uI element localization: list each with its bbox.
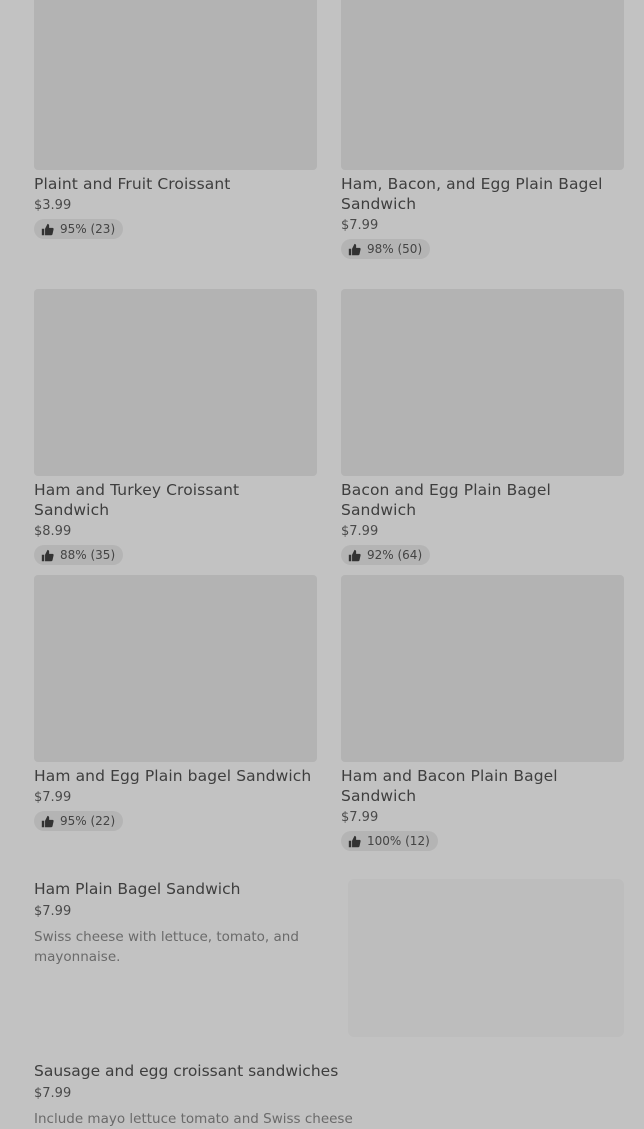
rating-badge: 92% (64) bbox=[341, 545, 431, 565]
thumbs-up-icon bbox=[41, 223, 54, 235]
product-image[interactable] bbox=[341, 0, 624, 170]
thumbs-up-icon bbox=[348, 243, 361, 255]
rating-badge: 88% (35) bbox=[34, 545, 124, 565]
rating-text: 100% (12) bbox=[367, 834, 430, 848]
product-card[interactable]: Ham, Bacon, and Egg Plain Bagel Sandwich… bbox=[341, 0, 624, 260]
rating-text: 88% (35) bbox=[60, 548, 116, 562]
item-title: Sausage and egg croissant sandwiches bbox=[34, 1062, 339, 1080]
product-price: $8.99 bbox=[34, 524, 72, 539]
rating-badge: 95% (22) bbox=[34, 811, 124, 831]
list-item[interactable]: Sausage and egg croissant sandwiches $7.… bbox=[34, 1061, 624, 1129]
product-image[interactable] bbox=[34, 0, 317, 170]
rating-text: 95% (22) bbox=[60, 814, 116, 828]
product-card[interactable]: Ham and Egg Plain bagel Sandwich $7.99 9… bbox=[34, 575, 317, 832]
product-title: Ham and Turkey Croissant Sandwich bbox=[34, 481, 240, 519]
product-image[interactable] bbox=[34, 289, 317, 476]
item-image[interactable] bbox=[348, 879, 624, 1037]
thumbs-up-icon bbox=[348, 835, 361, 847]
product-price: $3.99 bbox=[34, 198, 72, 213]
thumbs-up-icon bbox=[348, 549, 361, 561]
product-title: Ham and Bacon Plain Bagel Sandwich bbox=[341, 767, 558, 805]
rating-badge: 95% (23) bbox=[34, 219, 124, 239]
rating-badge: 98% (50) bbox=[341, 239, 431, 259]
product-title: Ham, Bacon, and Egg Plain Bagel Sandwich bbox=[341, 175, 603, 213]
product-title: Bacon and Egg Plain Bagel Sandwich bbox=[341, 481, 551, 519]
product-card[interactable]: Ham and Bacon Plain Bagel Sandwich $7.99… bbox=[341, 575, 624, 852]
product-image[interactable] bbox=[341, 289, 624, 476]
thumbs-up-icon bbox=[41, 549, 54, 561]
item-description: Swiss cheese with lettuce, tomato, and m… bbox=[34, 929, 299, 965]
thumbs-up-icon bbox=[41, 815, 54, 827]
product-price: $7.99 bbox=[341, 524, 379, 539]
item-price: $7.99 bbox=[34, 1086, 72, 1101]
product-price: $7.99 bbox=[341, 810, 379, 825]
product-image[interactable] bbox=[341, 575, 624, 762]
item-description: Include mayo lettuce tomato and Swiss ch… bbox=[34, 1111, 353, 1127]
product-card[interactable]: Plaint and Fruit Croissant $3.99 95% (23… bbox=[34, 0, 317, 240]
list-item[interactable]: Ham Plain Bagel Sandwich $7.99 Swiss che… bbox=[34, 879, 624, 1037]
rating-text: 95% (23) bbox=[60, 222, 116, 236]
product-price: $7.99 bbox=[34, 790, 72, 805]
product-title: Ham and Egg Plain bagel Sandwich bbox=[34, 767, 312, 785]
rating-badge: 100% (12) bbox=[341, 831, 438, 851]
rating-text: 98% (50) bbox=[367, 242, 423, 256]
product-card[interactable]: Ham and Turkey Croissant Sandwich $8.99 … bbox=[34, 289, 317, 566]
product-image[interactable] bbox=[34, 575, 317, 762]
product-card[interactable]: Bacon and Egg Plain Bagel Sandwich $7.99… bbox=[341, 289, 624, 566]
product-price: $7.99 bbox=[341, 218, 379, 233]
product-title: Plaint and Fruit Croissant bbox=[34, 175, 231, 193]
rating-text: 92% (64) bbox=[367, 548, 423, 562]
